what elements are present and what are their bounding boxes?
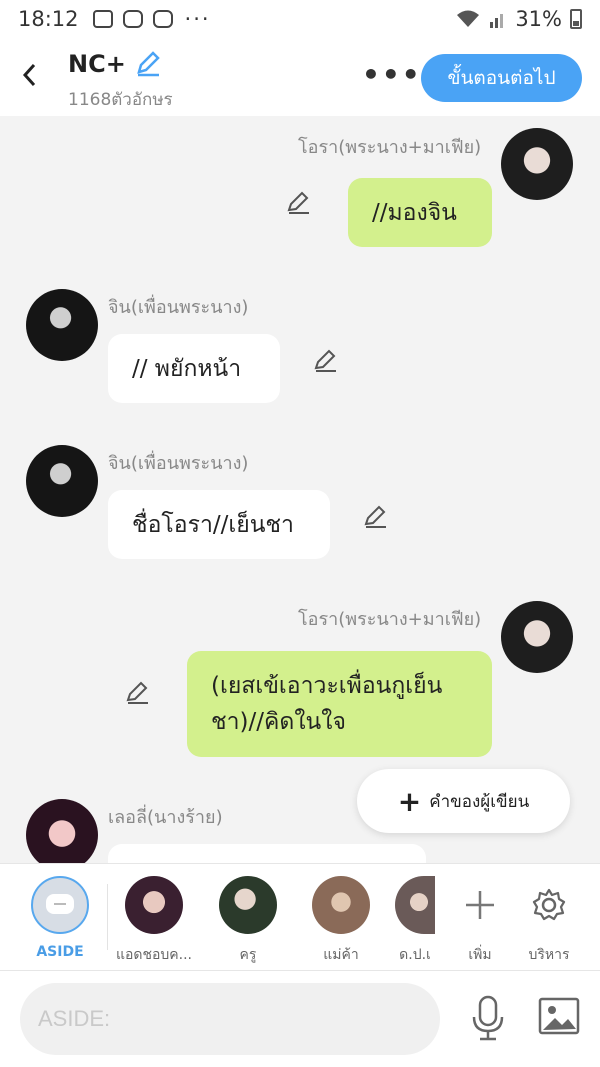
battery-icon xyxy=(570,9,582,29)
message-sender-name: จิน(เพื่อนพระนาง) xyxy=(108,453,249,474)
author-note-label: คำของผู้เขียน xyxy=(429,791,530,812)
status-time: 18:12 xyxy=(18,7,79,31)
battery-percent: 31% xyxy=(515,7,562,31)
avatar[interactable] xyxy=(26,445,98,517)
edit-message-icon[interactable] xyxy=(312,348,338,374)
edit-message-icon[interactable] xyxy=(362,504,388,530)
input-placeholder: ASIDE: xyxy=(38,1006,111,1031)
message-text: //มองจิน xyxy=(372,199,457,226)
wifi-icon xyxy=(457,10,480,27)
message-input[interactable]: ASIDE: xyxy=(20,983,440,1055)
chat-area: โอรา(พระนาง+มาเฟีย) //มองจิน จิน(เพื่อนพ… xyxy=(0,116,600,863)
character-aside[interactable]: ASIDE xyxy=(20,876,100,960)
message-bubble[interactable]: (เยสเข้เอาวะเพื่อนกูเย็น ชา)//คิดในใจ xyxy=(187,651,492,757)
composer-bar: ASIDE: xyxy=(0,971,600,1067)
voice-input-button[interactable] xyxy=(470,995,506,1045)
more-notifications-icon: ··· xyxy=(184,7,211,31)
message-text-line: ชา)//คิดในใจ xyxy=(211,709,346,735)
chevron-left-icon xyxy=(22,63,36,87)
message-bubble[interactable]: ชื่อโอรา//เย็นชา xyxy=(108,490,330,559)
character-avatar xyxy=(125,876,183,934)
add-character-button[interactable]: เพิ่ม xyxy=(445,876,515,966)
character-label: ครู xyxy=(239,947,257,963)
message-text: // พยักหน้า xyxy=(132,355,242,382)
message-sender-name: โอรา(พระนาง+มาเฟีย) xyxy=(298,137,482,158)
character-label: แม่ค้า xyxy=(323,947,359,963)
character-item[interactable]: แอดชอบค... xyxy=(114,876,194,966)
character-selector-bar: ASIDE แอดชอบค... ครู แม่ค้า ด.ป.เ เพิ่ม … xyxy=(0,863,600,971)
back-button[interactable] xyxy=(14,60,44,90)
gear-icon xyxy=(532,888,566,921)
avatar[interactable] xyxy=(26,289,98,361)
app-header: NC+ 1168ตัวอักษร ••• ขั้นตอนต่อไป xyxy=(0,38,600,116)
instagram-notification-icon xyxy=(122,10,143,28)
plus-icon xyxy=(466,891,494,919)
message-text-line: (เยสเข้เอาวะเพื่อนกูเย็น xyxy=(211,673,443,699)
character-item[interactable]: ครู xyxy=(208,876,288,966)
more-options-button[interactable]: ••• xyxy=(362,58,422,91)
pencil-icon[interactable] xyxy=(134,50,162,78)
microphone-icon xyxy=(472,995,504,1041)
message-text: ชื่อโอรา//เย็นชา xyxy=(132,511,294,538)
author-note-button[interactable]: + คำของผู้เขียน xyxy=(357,769,570,833)
character-avatar xyxy=(312,876,370,934)
character-count: 1168ตัวอักษร xyxy=(68,90,173,110)
instagram-notification-icon xyxy=(152,10,173,28)
message-bubble[interactable] xyxy=(108,844,426,863)
edit-message-icon[interactable] xyxy=(124,680,150,706)
manage-label: บริหาร xyxy=(528,947,570,963)
chat-bubble-icon xyxy=(46,894,74,914)
character-label: ASIDE xyxy=(36,944,84,960)
message-bubble[interactable]: //มองจิน xyxy=(348,178,492,247)
message-sender-name: โอรา(พระนาง+มาเฟีย) xyxy=(298,609,482,630)
divider xyxy=(107,884,108,950)
image-attach-button[interactable] xyxy=(538,997,580,1039)
character-label: แอดชอบค... xyxy=(115,947,193,963)
message-sender-name: เลอลี่(นางร้าย) xyxy=(108,807,223,828)
avatar[interactable] xyxy=(501,601,573,673)
signal-icon xyxy=(490,14,504,28)
gallery-notification-icon xyxy=(92,10,113,28)
image-icon xyxy=(538,997,580,1035)
edit-message-icon[interactable] xyxy=(285,190,311,216)
message-bubble[interactable]: // พยักหน้า xyxy=(108,334,280,403)
character-item[interactable]: ด.ป.เ xyxy=(395,876,435,966)
message-sender-name: จิน(เพื่อนพระนาง) xyxy=(108,297,249,318)
story-title[interactable]: NC+ xyxy=(68,50,162,78)
next-step-button[interactable]: ขั้นตอนต่อไป xyxy=(421,54,582,102)
character-avatar xyxy=(395,876,435,934)
add-label: เพิ่ม xyxy=(468,947,492,963)
avatar[interactable] xyxy=(26,799,98,863)
character-label: ด.ป.เ xyxy=(399,947,431,963)
aside-avatar xyxy=(31,876,89,934)
status-bar: 18:12 ··· 31% xyxy=(0,0,600,38)
character-avatar xyxy=(219,876,277,934)
title-text: NC+ xyxy=(68,50,126,78)
manage-characters-button[interactable]: บริหาร xyxy=(514,876,584,966)
plus-icon: + xyxy=(397,784,422,818)
notification-icons xyxy=(92,10,173,28)
avatar[interactable] xyxy=(501,128,573,200)
character-item[interactable]: แม่ค้า xyxy=(301,876,381,966)
